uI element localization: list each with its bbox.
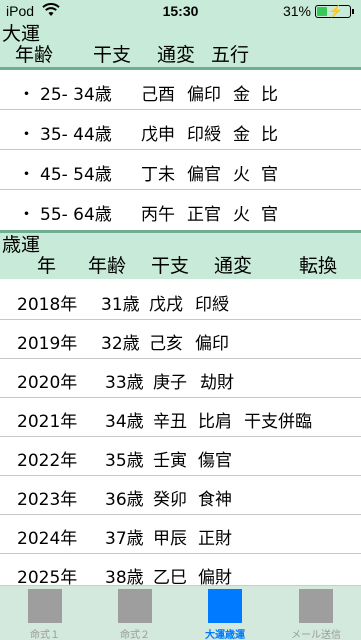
saiun-header: 歳運 年 年齢 干支 通変 転換 <box>0 233 361 279</box>
row-kanshi: 庚子 <box>153 373 187 393</box>
row-year: 2018年 <box>17 295 78 315</box>
tab-label: 命式１ <box>30 630 60 640</box>
row-tsuhen: 印綬 <box>195 295 229 315</box>
row-tenkan: 干支併臨 <box>244 412 312 432</box>
row-kanshi: 癸卯 <box>153 490 187 510</box>
row-relation: 官 <box>261 205 278 225</box>
saiun-col-year: 年 <box>37 255 57 277</box>
battery-percent: 31% <box>282 3 311 19</box>
tab-taiun-saiun[interactable]: 大運歳運 <box>180 586 270 640</box>
row-year: 2022年 <box>17 451 78 471</box>
taiun-col-tsuhen: 通変 <box>157 44 196 66</box>
saiun-col-tsuhen: 通変 <box>214 255 253 277</box>
taiun-col-element: 五行 <box>211 44 250 66</box>
tab-label: メール送信 <box>291 630 341 640</box>
row-bullet: ・ <box>18 165 35 185</box>
row-bullet: ・ <box>18 125 35 145</box>
row-tsuhen: 正財 <box>198 529 232 549</box>
taiun-title: 大運 <box>2 23 41 45</box>
row-age: 35歳 <box>105 451 144 471</box>
saiun-row: 2022年 35歳 壬寅 傷官 <box>0 437 361 476</box>
tab-label: 大運歳運 <box>205 630 245 640</box>
row-age: 34歳 <box>105 412 144 432</box>
row-kanshi: 己酉 <box>141 85 175 105</box>
row-tsuhen: 比肩 <box>198 412 232 432</box>
row-age: 36歳 <box>105 490 144 510</box>
row-element: 火 <box>233 205 250 225</box>
row-element: 火 <box>233 165 250 185</box>
row-tsuhen: 偏印 <box>195 334 229 354</box>
saiun-col-tenkan: 転換 <box>299 255 338 277</box>
row-kanshi: 戊申 <box>141 125 175 145</box>
saiun-row: 2023年 36歳 癸卯 食神 <box>0 476 361 515</box>
row-year: 2021年 <box>17 412 78 432</box>
taiun-divider <box>0 67 361 70</box>
row-element: 金 <box>233 85 250 105</box>
row-element: 金 <box>233 125 250 145</box>
saiun-col-age: 年齢 <box>88 255 127 277</box>
row-relation: 比 <box>261 85 278 105</box>
row-age: 45- 54歳 <box>40 165 112 185</box>
row-year: 2019年 <box>17 334 78 354</box>
row-relation: 比 <box>261 125 278 145</box>
row-tsuhen: 偏官 <box>187 165 221 185</box>
row-kanshi: 甲辰 <box>153 529 187 549</box>
row-year: 2023年 <box>17 490 78 510</box>
saiun-row: 2020年 33歳 庚子 劫財 <box>0 359 361 398</box>
tab-meishiki-2[interactable]: 命式２ <box>90 586 180 640</box>
row-year: 2024年 <box>17 529 78 549</box>
tab-placeholder-icon <box>28 589 62 623</box>
row-kanshi: 丙午 <box>141 205 175 225</box>
taiun-row: ・ 45- 54歳 丁未 偏官 火 官 <box>0 151 361 190</box>
row-age: 55- 64歳 <box>40 205 112 225</box>
row-bullet: ・ <box>18 85 35 105</box>
tab-bar: 命式１ 命式２ 大運歳運 メール送信 <box>0 585 361 640</box>
taiun-header: 大運 年齢 干支 通変 五行 <box>0 22 361 67</box>
row-relation: 官 <box>261 165 278 185</box>
tab-placeholder-icon <box>208 589 242 623</box>
tab-placeholder-icon <box>118 589 152 623</box>
row-kanshi: 己亥 <box>149 334 183 354</box>
row-kanshi: 丁未 <box>141 165 175 185</box>
row-kanshi: 壬寅 <box>153 451 187 471</box>
saiun-row: 2019年 32歳 己亥 偏印 <box>0 320 361 359</box>
row-age: 33歳 <box>105 373 144 393</box>
saiun-row: 2024年 37歳 甲辰 正財 <box>0 515 361 554</box>
tab-meishiki-1[interactable]: 命式１ <box>0 586 90 640</box>
saiun-col-kanshi: 干支 <box>151 255 190 277</box>
row-age: 37歳 <box>105 529 144 549</box>
row-age: 25- 34歳 <box>40 85 112 105</box>
row-tsuhen: 傷官 <box>198 451 232 471</box>
battery-tip <box>352 9 354 14</box>
row-tsuhen: 食神 <box>198 490 232 510</box>
row-tsuhen: 正官 <box>187 205 221 225</box>
row-tsuhen: 印綬 <box>187 125 221 145</box>
row-year: 2020年 <box>17 373 78 393</box>
saiun-row: 2018年 31歳 戊戌 印綬 <box>0 281 361 320</box>
tab-placeholder-icon <box>299 589 333 623</box>
row-age: 31歳 <box>101 295 140 315</box>
taiun-row: ・ 55- 64歳 丙午 正官 火 官 <box>0 191 361 230</box>
row-age: 35- 44歳 <box>40 125 112 145</box>
row-kanshi: 辛丑 <box>153 412 187 432</box>
row-age: 32歳 <box>101 334 140 354</box>
saiun-row: 2021年 34歳 辛丑 比肩 干支併臨 <box>0 398 361 437</box>
taiun-col-kanshi: 干支 <box>93 44 132 66</box>
saiun-title: 歳運 <box>2 234 41 256</box>
row-bullet: ・ <box>18 205 35 225</box>
taiun-row: ・ 35- 44歳 戊申 印綬 金 比 <box>0 111 361 150</box>
status-bar: iPod 15:30 31% ⚡ <box>0 0 361 22</box>
taiun-col-age: 年齢 <box>15 44 54 66</box>
battery-icon: ⚡ <box>315 4 351 18</box>
row-tsuhen: 偏印 <box>187 85 221 105</box>
row-tsuhen: 劫財 <box>200 373 234 393</box>
tab-label: 命式２ <box>120 630 150 640</box>
tab-mail-send[interactable]: メール送信 <box>271 586 361 640</box>
row-kanshi: 戊戌 <box>149 295 183 315</box>
taiun-row: ・ 25- 34歳 己酉 偏印 金 比 <box>0 71 361 110</box>
